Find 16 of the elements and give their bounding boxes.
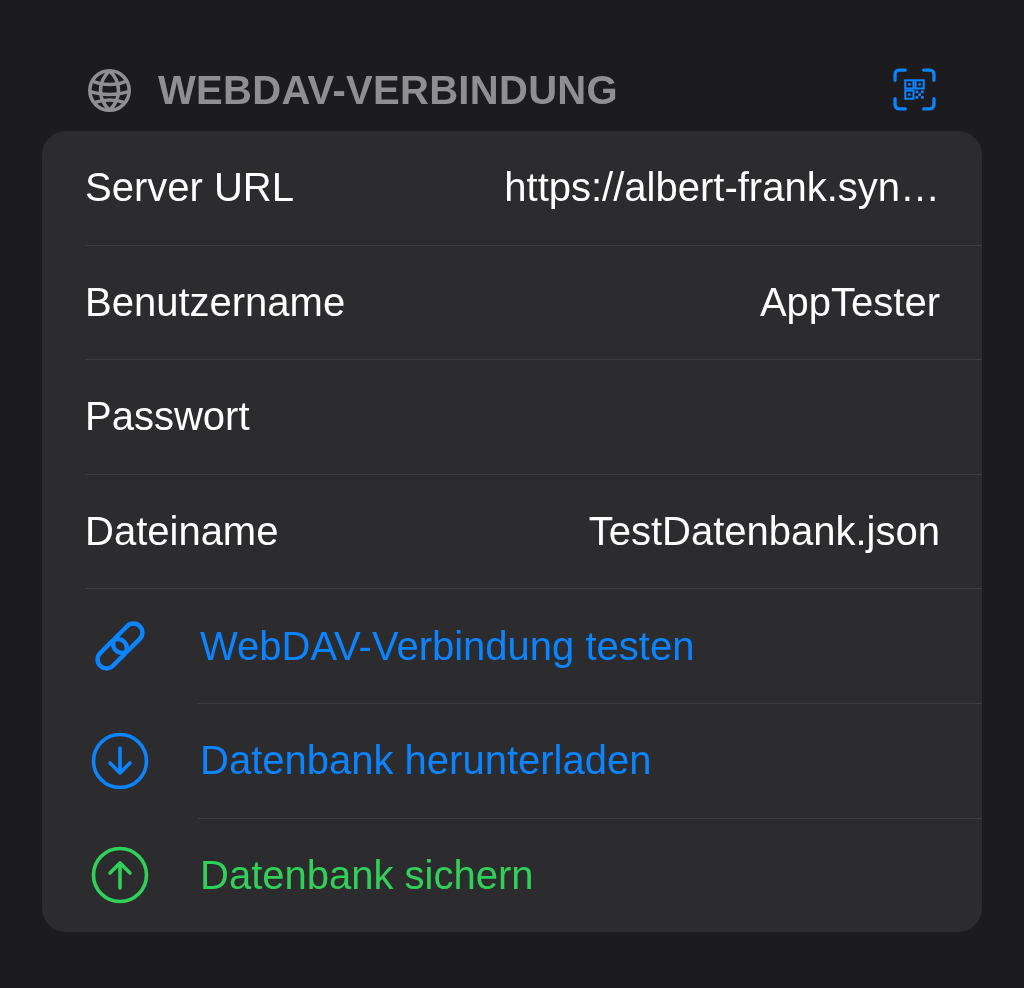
text-field[interactable]: TestDatenbank.json: [588, 509, 940, 555]
arrow-up-circle-icon: [90, 845, 150, 906]
text-field[interactable]: AppTester: [759, 279, 940, 325]
field-label: Passwort: [85, 394, 250, 440]
field-label: Dateiname: [85, 509, 279, 555]
action-button[interactable]: Datenbank sichern: [90, 845, 534, 906]
field-label: Server URL: [85, 165, 294, 211]
field-label: Benutzername: [85, 279, 346, 325]
qr-scan-button[interactable]: [893, 68, 936, 111]
qr-code-icon: [893, 68, 936, 111]
arrow-down-circle-icon: [90, 730, 150, 791]
text-field[interactable]: https://albert-frank.syn…: [504, 165, 940, 211]
globe-icon: [87, 68, 132, 113]
action-button[interactable]: WebDAV-Verbindung testen: [90, 616, 695, 677]
action-button[interactable]: Datenbank herunterladen: [90, 730, 652, 791]
section-title: WEBDAV-VERBINDUNG: [158, 68, 618, 113]
